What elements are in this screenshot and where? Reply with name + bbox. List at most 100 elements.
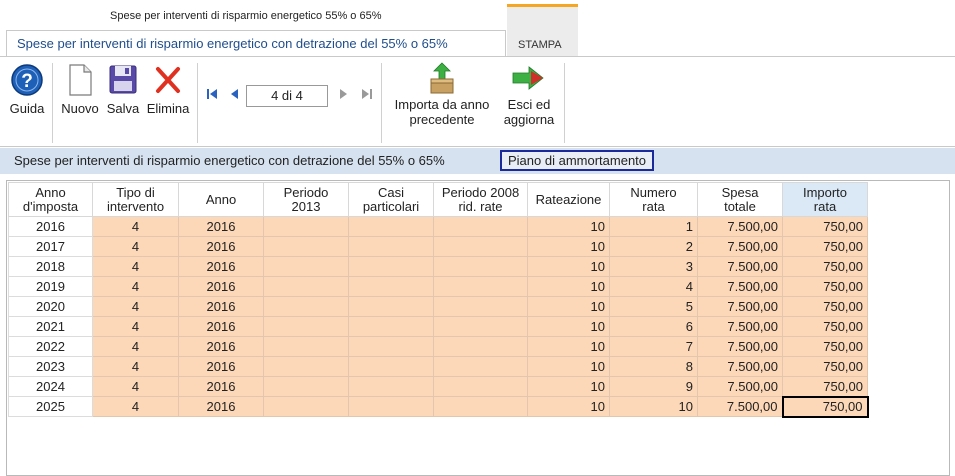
cell-periodo-2008[interactable] [433,396,528,417]
header-rateazione[interactable]: Rateazione [527,182,610,217]
cell-tipo-intervento[interactable]: 4 [92,356,179,377]
cell-periodo-2013[interactable] [263,256,349,277]
cell-casi-particolari[interactable] [348,216,434,237]
cell-numero-rata[interactable]: 8 [609,356,698,377]
cell-spesa-totale[interactable]: 7.500,00 [697,256,783,277]
cell-tipo-intervento[interactable]: 4 [92,256,179,277]
cell-importo-rata[interactable]: 750,00 [782,276,868,297]
cell-tipo-intervento[interactable]: 4 [92,316,179,337]
cell-casi-particolari[interactable] [348,336,434,357]
cell-anno-imposta[interactable]: 2021 [8,316,93,337]
cell-rateazione[interactable]: 10 [527,316,610,337]
cell-casi-particolari[interactable] [348,396,434,417]
cell-periodo-2013[interactable] [263,316,349,337]
cell-anno-imposta[interactable]: 2022 [8,336,93,357]
cell-periodo-2013[interactable] [263,216,349,237]
cell-rateazione[interactable]: 10 [527,216,610,237]
nuovo-button[interactable]: Nuovo [58,63,102,116]
elimina-button[interactable]: Elimina [143,63,193,116]
cell-tipo-intervento[interactable]: 4 [92,396,179,417]
cell-casi-particolari[interactable] [348,276,434,297]
esci-button[interactable]: Esci ed aggiorna [498,61,560,127]
cell-importo-rata[interactable]: 750,00 [782,376,868,397]
record-counter-field[interactable]: 4 di 4 [246,85,328,107]
piano-ammortamento-tab[interactable]: Piano di ammortamento [500,150,655,171]
cell-spesa-totale[interactable]: 7.500,00 [697,336,783,357]
cell-anno[interactable]: 2016 [178,356,264,377]
cell-importo-rata[interactable]: 750,00 [782,296,868,317]
guida-button[interactable]: ? Guida [6,63,48,116]
salva-button[interactable]: Salva [103,63,143,116]
cell-periodo-2008[interactable] [433,356,528,377]
cell-rateazione[interactable]: 10 [527,276,610,297]
cell-spesa-totale[interactable]: 7.500,00 [697,396,783,417]
cell-spesa-totale[interactable]: 7.500,00 [697,356,783,377]
cell-rateazione[interactable]: 10 [527,296,610,317]
cell-importo-rata[interactable]: 750,00 [782,256,868,277]
cell-importo-rata[interactable]: 750,00 [782,356,868,377]
importa-button[interactable]: Importa da anno precedente [386,61,498,127]
cell-tipo-intervento[interactable]: 4 [92,236,179,257]
cell-numero-rata[interactable]: 3 [609,256,698,277]
cell-periodo-2013[interactable] [263,336,349,357]
next-record-button[interactable] [339,87,349,104]
cell-numero-rata[interactable]: 2 [609,236,698,257]
cell-casi-particolari[interactable] [348,296,434,317]
cell-numero-rata[interactable]: 7 [609,336,698,357]
first-record-button[interactable] [206,87,218,104]
cell-anno[interactable]: 2016 [178,296,264,317]
cell-periodo-2013[interactable] [263,376,349,397]
header-spesa-totale[interactable]: Spesa totale [697,182,783,217]
cell-periodo-2008[interactable] [433,256,528,277]
cell-casi-particolari[interactable] [348,256,434,277]
cell-anno-imposta[interactable]: 2018 [8,256,93,277]
cell-anno-imposta[interactable]: 2024 [8,376,93,397]
cell-anno[interactable]: 2016 [178,396,264,417]
cell-importo-rata[interactable]: 750,00 [782,336,868,357]
tab-stampa[interactable]: STAMPA [507,4,578,56]
cell-numero-rata[interactable]: 9 [609,376,698,397]
cell-anno-imposta[interactable]: 2017 [8,236,93,257]
header-casi-particolari[interactable]: Casi particolari [348,182,434,217]
cell-casi-particolari[interactable] [348,316,434,337]
cell-spesa-totale[interactable]: 7.500,00 [697,276,783,297]
cell-anno-imposta[interactable]: 2019 [8,276,93,297]
header-periodo-2013[interactable]: Periodo 2013 [263,182,349,217]
cell-periodo-2013[interactable] [263,356,349,377]
cell-tipo-intervento[interactable]: 4 [92,336,179,357]
cell-rateazione[interactable]: 10 [527,356,610,377]
cell-anno[interactable]: 2016 [178,316,264,337]
cell-periodo-2008[interactable] [433,276,528,297]
previous-record-button[interactable] [229,87,239,104]
cell-anno[interactable]: 2016 [178,256,264,277]
cell-importo-rata[interactable]: 750,00 [782,216,868,237]
cell-anno[interactable]: 2016 [178,336,264,357]
cell-spesa-totale[interactable]: 7.500,00 [697,316,783,337]
cell-anno[interactable]: 2016 [178,276,264,297]
header-periodo-2008[interactable]: Periodo 2008 rid. rate [433,182,528,217]
cell-periodo-2008[interactable] [433,296,528,317]
cell-periodo-2013[interactable] [263,396,349,417]
cell-numero-rata[interactable]: 4 [609,276,698,297]
cell-periodo-2008[interactable] [433,236,528,257]
cell-periodo-2013[interactable] [263,296,349,317]
cell-tipo-intervento[interactable]: 4 [92,216,179,237]
header-importo-rata[interactable]: Importo rata [782,182,868,217]
cell-rateazione[interactable]: 10 [527,336,610,357]
cell-importo-rata[interactable]: 750,00 [782,236,868,257]
cell-casi-particolari[interactable] [348,356,434,377]
cell-anno[interactable]: 2016 [178,236,264,257]
cell-spesa-totale[interactable]: 7.500,00 [697,296,783,317]
cell-periodo-2013[interactable] [263,236,349,257]
cell-anno-imposta[interactable]: 2025 [8,396,93,417]
cell-anno-imposta[interactable]: 2020 [8,296,93,317]
cell-periodo-2008[interactable] [433,336,528,357]
cell-anno-imposta[interactable]: 2016 [8,216,93,237]
cell-anno[interactable]: 2016 [178,376,264,397]
cell-periodo-2013[interactable] [263,276,349,297]
cell-numero-rata[interactable]: 6 [609,316,698,337]
header-anno-imposta[interactable]: Anno d'imposta [8,182,93,217]
cell-numero-rata[interactable]: 1 [609,216,698,237]
cell-anno-imposta[interactable]: 2023 [8,356,93,377]
header-tipo-intervento[interactable]: Tipo di intervento [92,182,179,217]
